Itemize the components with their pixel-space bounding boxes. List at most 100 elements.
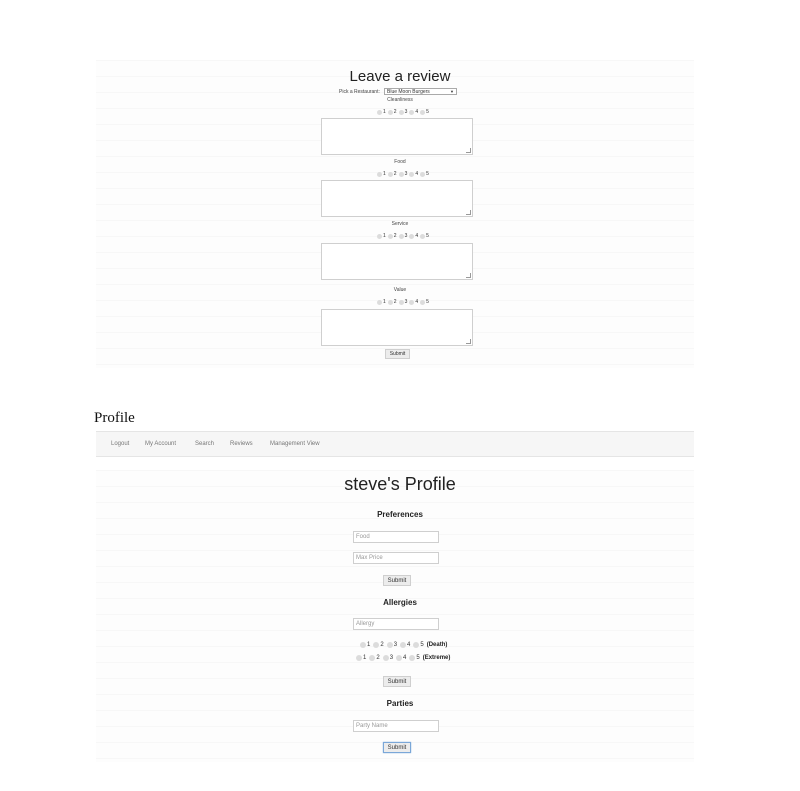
allergies-heading: Allergies xyxy=(383,598,417,607)
radio-1[interactable] xyxy=(356,655,362,661)
radio-5[interactable] xyxy=(413,642,420,648)
radio-4[interactable] xyxy=(400,642,407,648)
page-heading: Profile xyxy=(94,410,135,426)
radio-4-label: 4 xyxy=(415,171,419,177)
radio-5-label: 5 xyxy=(416,655,420,661)
radio-5-label: 5 xyxy=(426,299,429,305)
food-textarea[interactable] xyxy=(321,180,473,217)
radio-1[interactable] xyxy=(360,642,366,648)
restaurant-label: Pick a Restaurant: xyxy=(339,89,380,95)
radio-1-label: 1 xyxy=(383,299,386,305)
radio-5-label: 5 xyxy=(426,233,429,239)
rating-radios-value: 1 2 3 4 5 xyxy=(377,299,430,305)
allergy-input[interactable]: Allergy xyxy=(353,618,439,630)
category-label-service: Service xyxy=(391,221,409,227)
radio-2[interactable] xyxy=(387,299,393,305)
radio-3[interactable] xyxy=(398,109,404,115)
preferences-submit-button[interactable]: Submit xyxy=(383,575,411,586)
radio-4-label: 4 xyxy=(415,109,419,115)
radio-1-label: 1 xyxy=(363,655,367,661)
radio-3-label: 3 xyxy=(393,642,398,648)
radio-1[interactable] xyxy=(377,233,382,239)
chevron-down-icon: ▼ xyxy=(450,89,454,94)
allergy-severity-radios-death: 1 2 3 4 5 (Death) xyxy=(360,642,447,648)
radio-3-label: 3 xyxy=(404,299,408,305)
radio-3[interactable] xyxy=(398,171,404,177)
profile-title: steve's Profile xyxy=(344,474,456,494)
radio-2-label: 2 xyxy=(393,299,397,305)
max-price-input[interactable]: Max Price xyxy=(353,552,439,564)
radio-3-label: 3 xyxy=(404,109,408,115)
severity-label-death: (Death) xyxy=(426,642,448,648)
category-label-value: Value xyxy=(393,287,407,293)
rating-radios-food: 1 2 3 4 5 xyxy=(377,171,430,177)
severity-label-extreme: (Extreme) xyxy=(422,655,451,661)
radio-3[interactable] xyxy=(398,233,404,239)
radio-3[interactable] xyxy=(398,299,404,305)
navbar: Logout My Account Search Reviews Managem… xyxy=(96,431,694,457)
radio-2-label: 2 xyxy=(380,642,384,648)
radio-2[interactable] xyxy=(387,171,393,177)
allergies-submit-button[interactable]: Submit xyxy=(383,676,411,687)
radio-5[interactable] xyxy=(420,171,426,177)
radio-4[interactable] xyxy=(409,299,415,305)
review-title: Leave a review xyxy=(349,68,451,85)
review-submit-button[interactable]: Submit xyxy=(385,349,410,359)
radio-4-label: 4 xyxy=(403,655,407,661)
radio-3-label: 3 xyxy=(404,233,408,239)
nav-my-account[interactable]: My Account xyxy=(145,441,176,447)
category-label-food: Food xyxy=(394,159,406,165)
radio-1-label: 1 xyxy=(383,171,386,177)
radio-3-label: 3 xyxy=(389,655,394,661)
radio-2-label: 2 xyxy=(393,109,397,115)
radio-5-label: 5 xyxy=(420,642,424,648)
radio-3[interactable] xyxy=(386,642,393,648)
radio-4[interactable] xyxy=(409,233,415,239)
radio-2[interactable] xyxy=(387,233,393,239)
radio-2[interactable] xyxy=(373,642,380,648)
radio-2[interactable] xyxy=(369,655,376,661)
parties-submit-button[interactable]: Submit xyxy=(383,742,411,753)
category-label-cleanliness: Cleanliness xyxy=(387,97,413,103)
radio-4[interactable] xyxy=(409,171,415,177)
radio-2-label: 2 xyxy=(393,171,397,177)
radio-5[interactable] xyxy=(420,233,426,239)
radio-4-label: 4 xyxy=(415,299,419,305)
radio-4-label: 4 xyxy=(407,642,411,648)
preferences-heading: Preferences xyxy=(377,510,423,519)
radio-5[interactable] xyxy=(420,109,426,115)
radio-3-label: 3 xyxy=(404,171,408,177)
nav-search[interactable]: Search xyxy=(195,441,214,447)
radio-5[interactable] xyxy=(409,655,416,661)
radio-1[interactable] xyxy=(377,171,382,177)
radio-1[interactable] xyxy=(377,109,382,115)
radio-2-label: 2 xyxy=(393,233,397,239)
radio-4-label: 4 xyxy=(415,233,419,239)
nav-management-view[interactable]: Management View xyxy=(270,441,320,447)
nav-reviews[interactable]: Reviews xyxy=(230,441,253,447)
restaurant-select-value: Blue Moon Burgers xyxy=(387,89,430,95)
radio-5[interactable] xyxy=(420,299,426,305)
parties-heading: Parties xyxy=(386,699,414,708)
radio-3[interactable] xyxy=(382,655,389,661)
radio-2[interactable] xyxy=(387,109,393,115)
food-input[interactable]: Food xyxy=(353,531,439,543)
radio-1-label: 1 xyxy=(367,642,371,648)
value-textarea[interactable] xyxy=(321,309,473,346)
cleanliness-textarea[interactable] xyxy=(321,118,473,155)
radio-4[interactable] xyxy=(409,109,415,115)
radio-5-label: 5 xyxy=(426,171,429,177)
rating-radios-cleanliness: 1 2 3 4 5 xyxy=(377,109,430,115)
radio-4[interactable] xyxy=(396,655,403,661)
nav-logout[interactable]: Logout xyxy=(111,441,129,447)
radio-1-label: 1 xyxy=(383,109,386,115)
service-textarea[interactable] xyxy=(321,243,473,280)
radio-1[interactable] xyxy=(377,299,382,305)
restaurant-select[interactable]: Blue Moon Burgers ▼ xyxy=(384,88,457,95)
allergy-severity-radios-extreme: 1 2 3 4 5 (Extreme) xyxy=(356,655,450,661)
party-name-input[interactable]: Party Name xyxy=(353,720,439,732)
radio-1-label: 1 xyxy=(383,233,386,239)
radio-5-label: 5 xyxy=(426,109,429,115)
rating-radios-service: 1 2 3 4 5 xyxy=(377,233,430,239)
radio-2-label: 2 xyxy=(376,655,380,661)
